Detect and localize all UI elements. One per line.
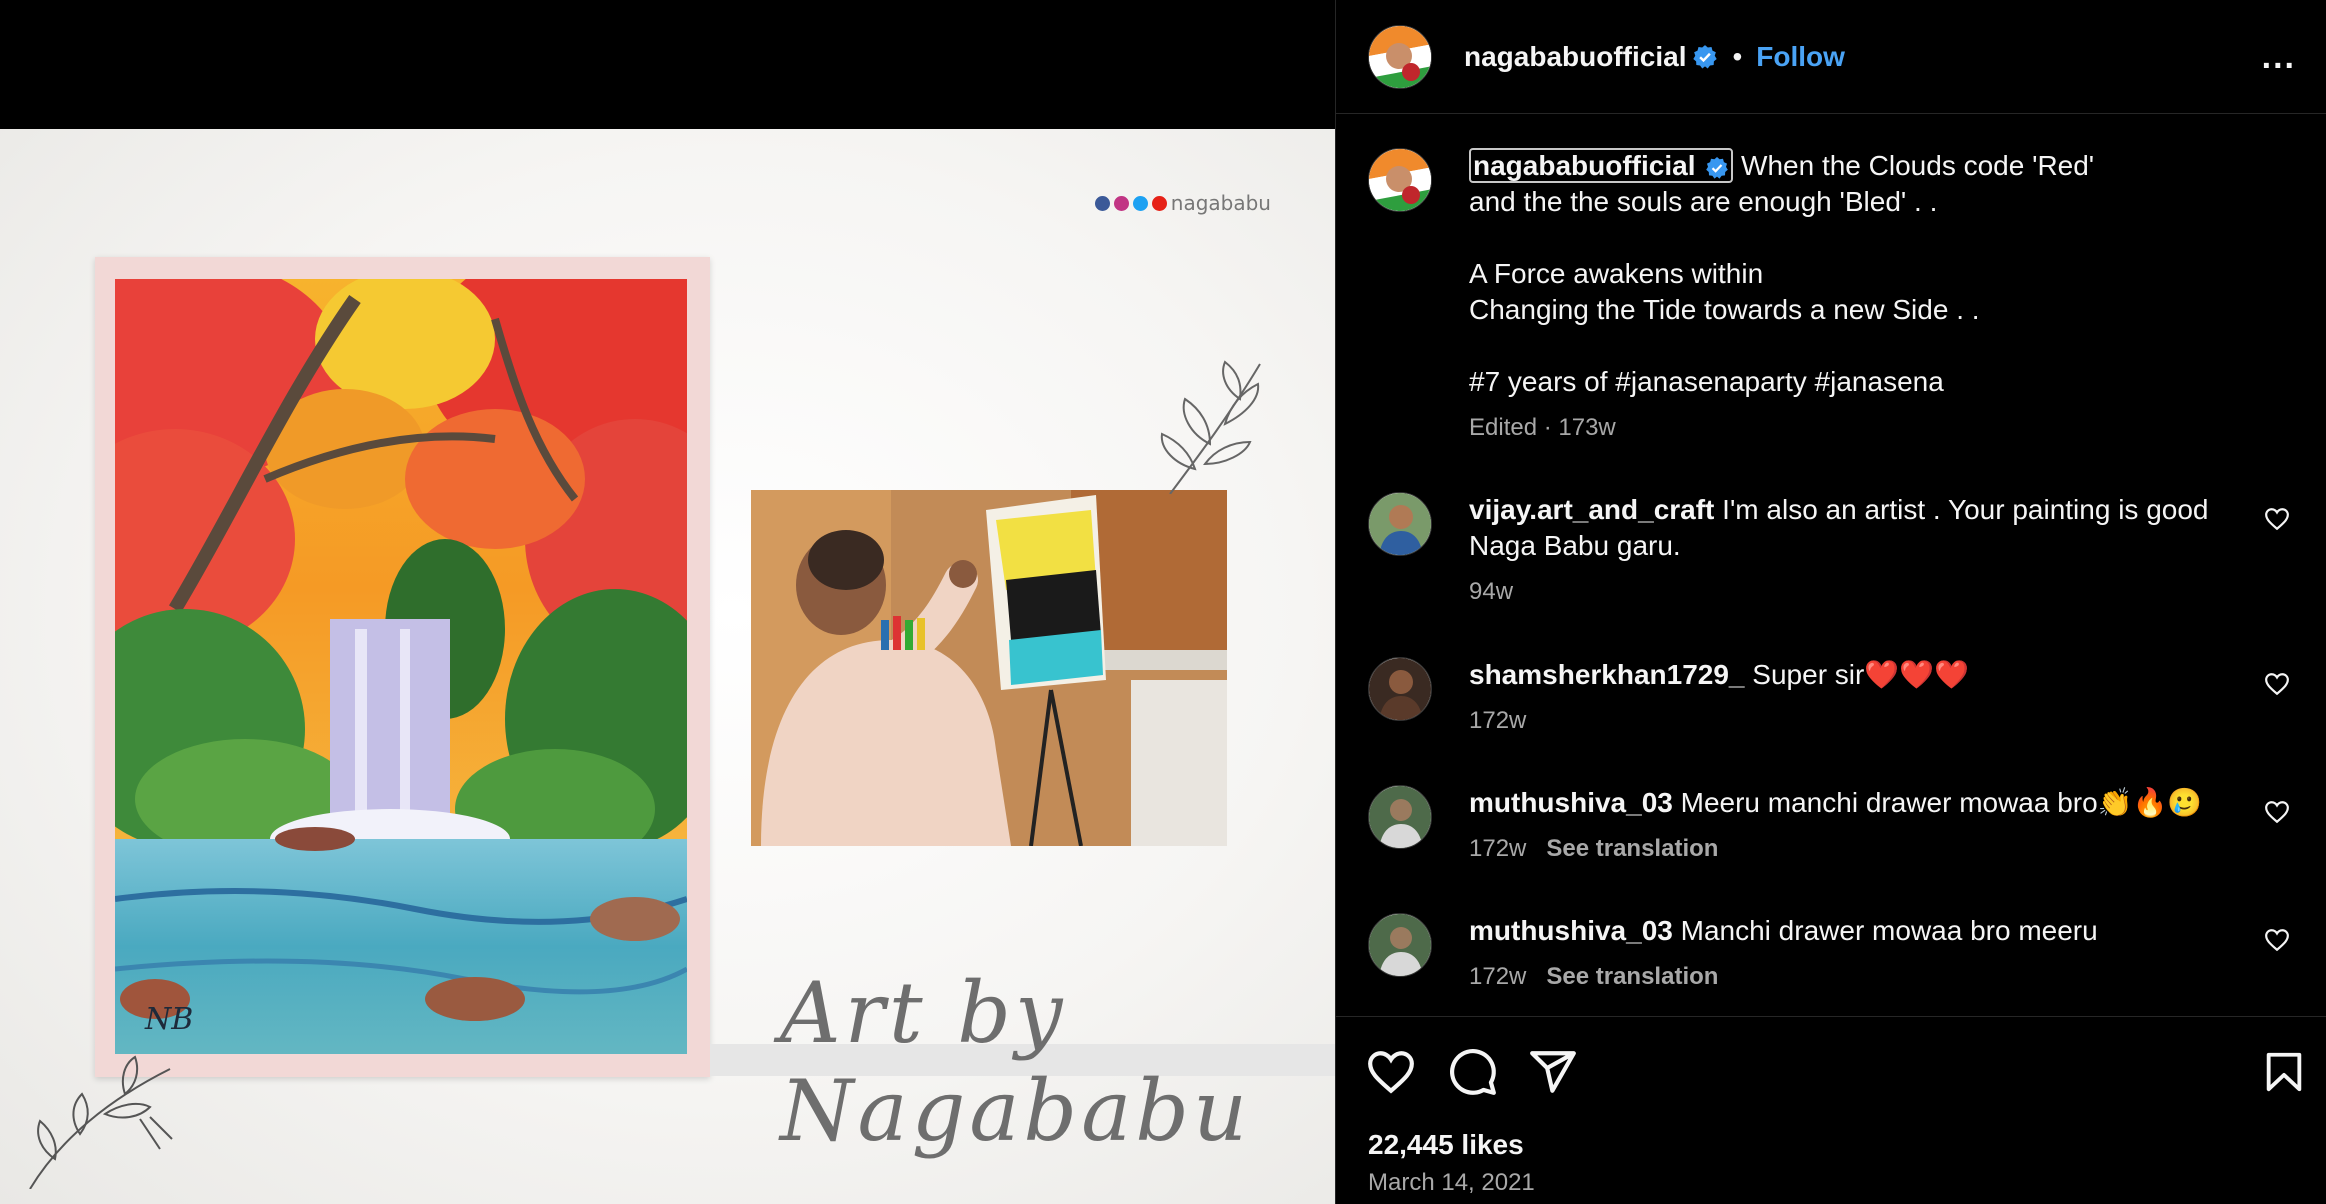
see-translation-button[interactable]: See translation (1546, 835, 1718, 862)
avatar[interactable] (1368, 24, 1432, 89)
waterfall-painting: NB (115, 279, 687, 1054)
avatar[interactable] (1368, 913, 1432, 977)
social-handle-tag: nagababu (1094, 191, 1271, 215)
follow-button[interactable]: Follow (1756, 41, 1845, 73)
comment-text: Meeru manchi drawer mowaa bro👏🔥🥲 (1680, 787, 2203, 818)
comment-item: shamsherkhan1729_ Super sir❤️❤️❤️ 172w (1368, 657, 2298, 747)
comment-username[interactable]: muthushiva_03 (1469, 915, 1673, 946)
caption-username[interactable]: nagababuofficial (1469, 148, 1734, 183)
more-options-icon[interactable]: ... (2262, 38, 2296, 77)
post-side-panel: nagababuofficial • Follow ... nagababuof… (1335, 0, 2326, 1204)
comment-username[interactable]: muthushiva_03 (1469, 787, 1673, 818)
post-image[interactable]: nagababu NB Art by Nagababu (0, 129, 1335, 1204)
comment-item: muthushiva_03 Manchi drawer mowaa bro me… (1368, 913, 2298, 1003)
youtube-icon (1151, 195, 1167, 211)
leaf-decoration-top-icon (1160, 360, 1261, 494)
caption-line: and the the souls are enough 'Bled' . . (1469, 186, 1938, 217)
comment-bubble-icon[interactable] (1448, 1047, 1498, 1097)
comment-item: muthushiva_03 Meeru manchi drawer mowaa … (1368, 785, 2298, 875)
post-media[interactable]: nagababu NB Art by Nagababu (0, 0, 1335, 1204)
avatar[interactable] (1368, 657, 1432, 721)
caption-meta: Edited · 173w (1469, 414, 1616, 441)
comment-time[interactable]: 94w (1469, 578, 1513, 605)
like-comment-heart-icon[interactable] (2264, 671, 2290, 697)
like-comment-heart-icon[interactable] (2264, 927, 2290, 953)
caption-line: A Force awakens within (1469, 258, 1764, 289)
save-bookmark-icon[interactable] (2261, 1047, 2307, 1097)
post-header: nagababuofficial • Follow ... (1336, 0, 2326, 114)
painting-frame: NB (95, 257, 710, 1077)
artist-photo (751, 490, 1227, 846)
comment-item: vijay.art_and_craft I'm also an artist .… (1368, 492, 2298, 612)
caption-line: Changing the Tide towards a new Side . . (1469, 294, 1980, 325)
avatar[interactable] (1368, 148, 1432, 212)
like-comment-heart-icon[interactable] (2264, 506, 2290, 532)
leaf-decoration-bottom-icon (29, 1055, 173, 1189)
comment-text: Super sir❤️❤️❤️ (1752, 659, 1969, 690)
facebook-icon (1094, 195, 1110, 211)
like-comment-heart-icon[interactable] (2264, 799, 2290, 825)
avatar[interactable] (1368, 785, 1432, 849)
art-signature: Art by Nagababu (780, 964, 1252, 1160)
twitter-icon (1132, 195, 1148, 211)
comment-username[interactable]: vijay.art_and_craft (1469, 494, 1714, 525)
instagram-icon (1113, 195, 1129, 211)
likes-count[interactable]: 22,445 likes (1368, 1129, 1524, 1161)
like-heart-icon[interactable] (1366, 1047, 1416, 1097)
comment-text: Manchi drawer mowaa bro meeru (1680, 915, 2098, 946)
header-username[interactable]: nagababuofficial (1464, 41, 1686, 73)
header-separator: • (1732, 40, 1743, 72)
post-date[interactable]: March 14, 2021 (1368, 1169, 1535, 1197)
post-actions: 22,445 likes March 14, 2021 (1336, 1016, 2326, 1204)
comment-username[interactable]: shamsherkhan1729_ (1469, 659, 1745, 690)
see-translation-button[interactable]: See translation (1546, 963, 1718, 990)
caption: nagababuofficial When the Clouds code 'R… (1368, 148, 2298, 448)
comments-list[interactable]: nagababuofficial When the Clouds code 'R… (1336, 114, 2326, 1016)
caption-hashtags[interactable]: #7 years of #janasenaparty #janasena (1469, 364, 2259, 400)
comment-time[interactable]: 172w (1469, 835, 1526, 862)
comment-time[interactable]: 172w (1469, 963, 1526, 990)
share-send-icon[interactable] (1528, 1047, 1578, 1097)
verified-badge-icon (1693, 44, 1718, 68)
verified-badge-icon (1706, 156, 1729, 179)
caption-line: When the Clouds code 'Red' (1741, 150, 2095, 181)
comment-time[interactable]: 172w (1469, 707, 1526, 734)
avatar[interactable] (1368, 492, 1432, 556)
social-handle: nagababu (1170, 191, 1271, 215)
